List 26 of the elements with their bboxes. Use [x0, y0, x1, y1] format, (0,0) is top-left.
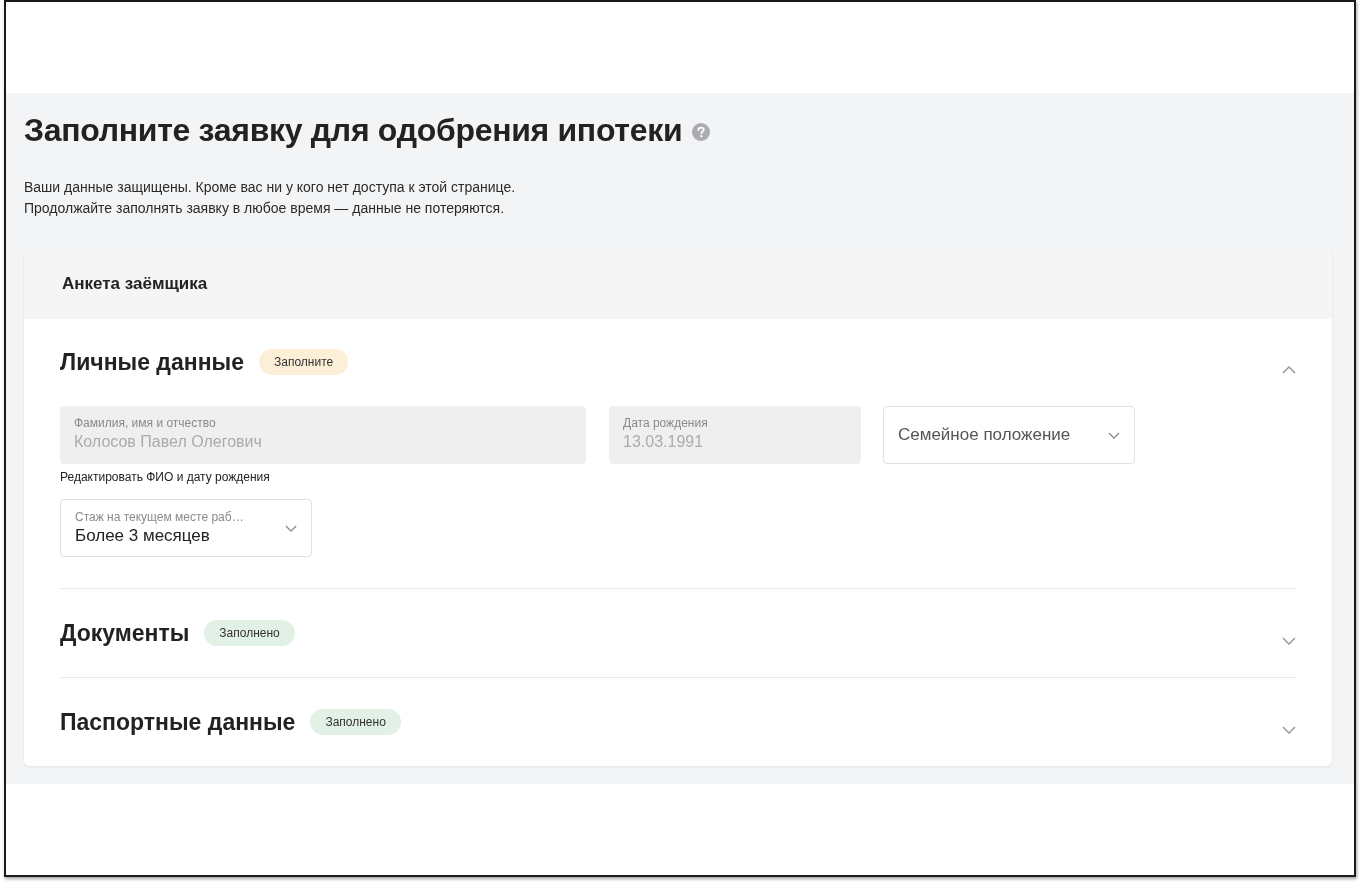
dropdown-placeholder: Семейное положение: [898, 424, 1071, 446]
field-label: Фамилия, имя и отчество: [74, 416, 217, 431]
field-value: Более 3 месяцев: [75, 525, 211, 546]
section-title: Документы: [60, 619, 190, 648]
chevron-down-icon: [1108, 431, 1120, 439]
notice-text: Ваши данные защищены. Кроме вас ни у кого нет доступа к этой странице.: [24, 178, 517, 197]
form-header: Анкета заёмщика: [24, 248, 1332, 319]
notice-text: Продолжайте заполнять заявку в любое время — данные не потеряются.: [24, 199, 506, 218]
chevron-up-icon[interactable]: [1282, 366, 1296, 374]
dropdown-field[interactable]: Семейное положение: [883, 406, 1135, 464]
page-title: Заполните заявку для одобрения ипотеки: [24, 111, 683, 150]
section-title: Личные данные: [60, 348, 244, 377]
edit-link[interactable]: Редактировать ФИО и дату рождения: [60, 469, 270, 485]
status-badge: Заполнено: [204, 620, 295, 646]
field-value: Колосов Павел Олегович: [74, 432, 263, 452]
help-icon[interactable]: [692, 123, 711, 141]
status-badge: Заполнено: [310, 709, 401, 735]
field-label: Дата рождения: [623, 416, 709, 431]
chevron-down-icon: [285, 524, 297, 532]
chevron-down-icon[interactable]: [1282, 637, 1296, 645]
field-value: 13.03.1991: [623, 432, 705, 452]
status-badge: Заполните: [258, 349, 349, 375]
chevron-down-icon[interactable]: [1282, 726, 1296, 734]
dropdown-field[interactable]: Стаж на текущем месте раб… Более 3 месяцев: [60, 499, 312, 557]
field-label: Стаж на текущем месте раб…: [75, 510, 244, 525]
section-title: Паспортные данные: [60, 708, 296, 737]
